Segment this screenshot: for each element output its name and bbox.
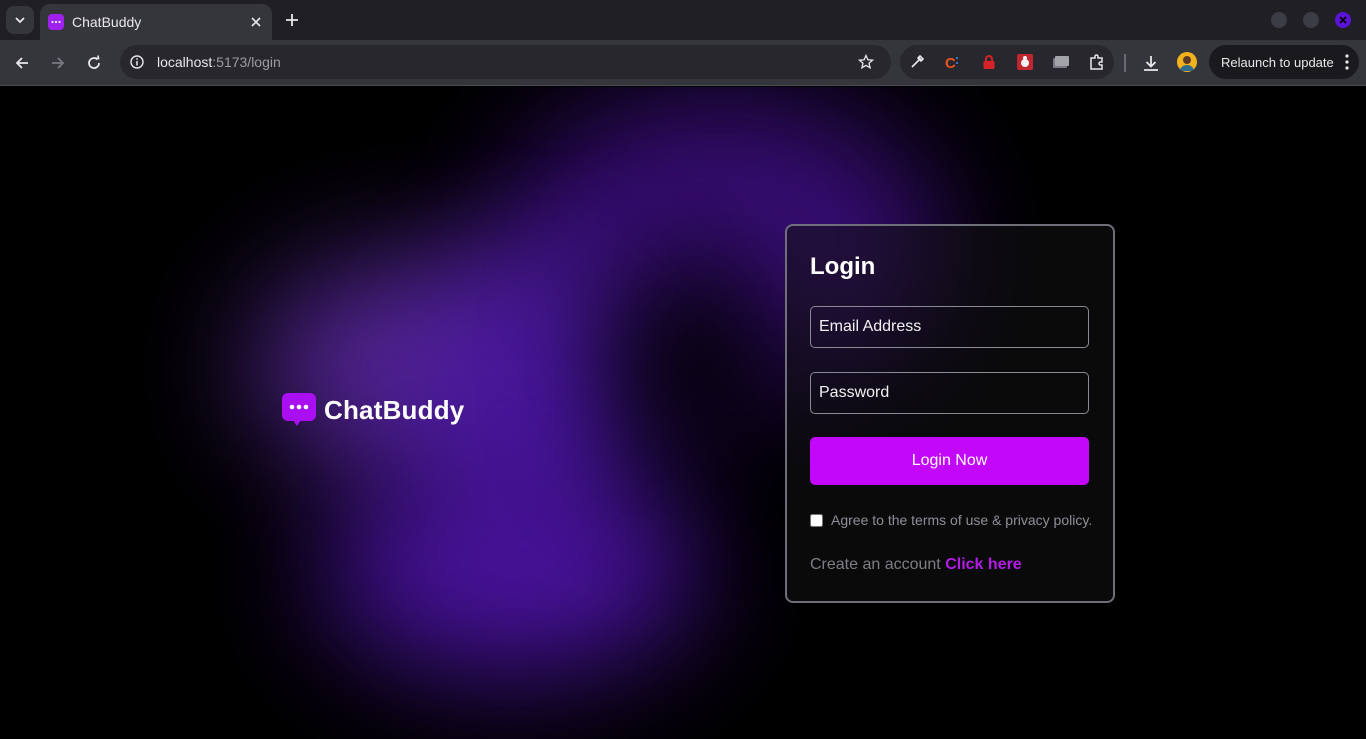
create-account-prefix: Create an account	[810, 556, 941, 573]
new-tab-button[interactable]	[280, 8, 304, 32]
chevron-down-icon	[15, 17, 25, 24]
background-glow	[610, 247, 780, 467]
tab-strip: ChatBuddy	[0, 0, 1366, 40]
lock-extension-icon[interactable]	[980, 53, 998, 71]
terms-checkbox[interactable]	[810, 513, 823, 527]
bug-extension-icon[interactable]	[1016, 53, 1034, 71]
back-button[interactable]	[10, 51, 34, 75]
login-card: Login Login Now Agree to the terms of us…	[785, 224, 1115, 603]
login-page: ChatBuddy Login Login Now Agree to the t…	[0, 87, 1366, 739]
create-account-text: Create an account Click here	[810, 556, 1022, 574]
chat-bubble-icon	[282, 393, 316, 427]
reload-icon	[88, 55, 100, 69]
terms-label: Agree to the terms of use & privacy poli…	[831, 512, 1093, 528]
brand-name: ChatBuddy	[324, 394, 465, 425]
bookmark-star-icon[interactable]	[858, 54, 874, 70]
maximize-button[interactable]	[1303, 12, 1319, 28]
login-title: Login	[810, 253, 876, 280]
eyedropper-icon[interactable]	[908, 53, 926, 71]
site-info-icon[interactable]	[130, 55, 144, 69]
plus-icon	[286, 14, 298, 26]
toolbar-divider	[1124, 54, 1126, 72]
cards-extension-icon[interactable]	[1052, 53, 1070, 71]
tab-close-button[interactable]	[244, 10, 268, 34]
password-field[interactable]	[810, 372, 1089, 414]
relaunch-to-update-button[interactable]: Relaunch to update	[1209, 45, 1359, 79]
minimize-button[interactable]	[1271, 12, 1287, 28]
window-close-button[interactable]	[1335, 12, 1351, 28]
tab-search-button[interactable]	[6, 6, 34, 34]
close-icon	[251, 17, 261, 27]
brand-logo: ChatBuddy	[282, 393, 464, 427]
forward-button[interactable]	[46, 51, 70, 75]
terms-checkbox-row[interactable]: Agree to the terms of use & privacy poli…	[810, 512, 1092, 528]
puzzle-icon[interactable]	[1088, 53, 1106, 71]
arrow-right-icon	[52, 57, 65, 69]
email-field[interactable]	[810, 306, 1089, 348]
relaunch-label: Relaunch to update	[1221, 54, 1334, 70]
download-icon	[1144, 56, 1158, 71]
chat-bubble-icon	[48, 14, 64, 30]
svg-text:C: C	[945, 55, 956, 71]
browser-tab[interactable]: ChatBuddy	[40, 4, 272, 40]
create-account-link[interactable]: Click here	[945, 556, 1021, 573]
close-icon	[1339, 16, 1347, 24]
extension-c-icon[interactable]: C	[944, 53, 962, 71]
tab-title: ChatBuddy	[72, 14, 142, 30]
url-text: localhost:5173/login	[157, 54, 281, 70]
background-glow	[320, 467, 700, 677]
browser-toolbar: localhost:5173/login C Relaunch to updat…	[0, 40, 1366, 86]
extensions-group: C	[900, 45, 1114, 79]
address-bar[interactable]: localhost:5173/login	[120, 45, 891, 79]
arrow-left-icon	[15, 57, 28, 69]
downloads-button[interactable]	[1139, 51, 1163, 75]
reload-button[interactable]	[82, 51, 106, 75]
more-vertical-icon[interactable]	[1345, 54, 1349, 70]
login-button[interactable]: Login Now	[810, 437, 1089, 485]
profile-avatar[interactable]	[1177, 52, 1197, 72]
